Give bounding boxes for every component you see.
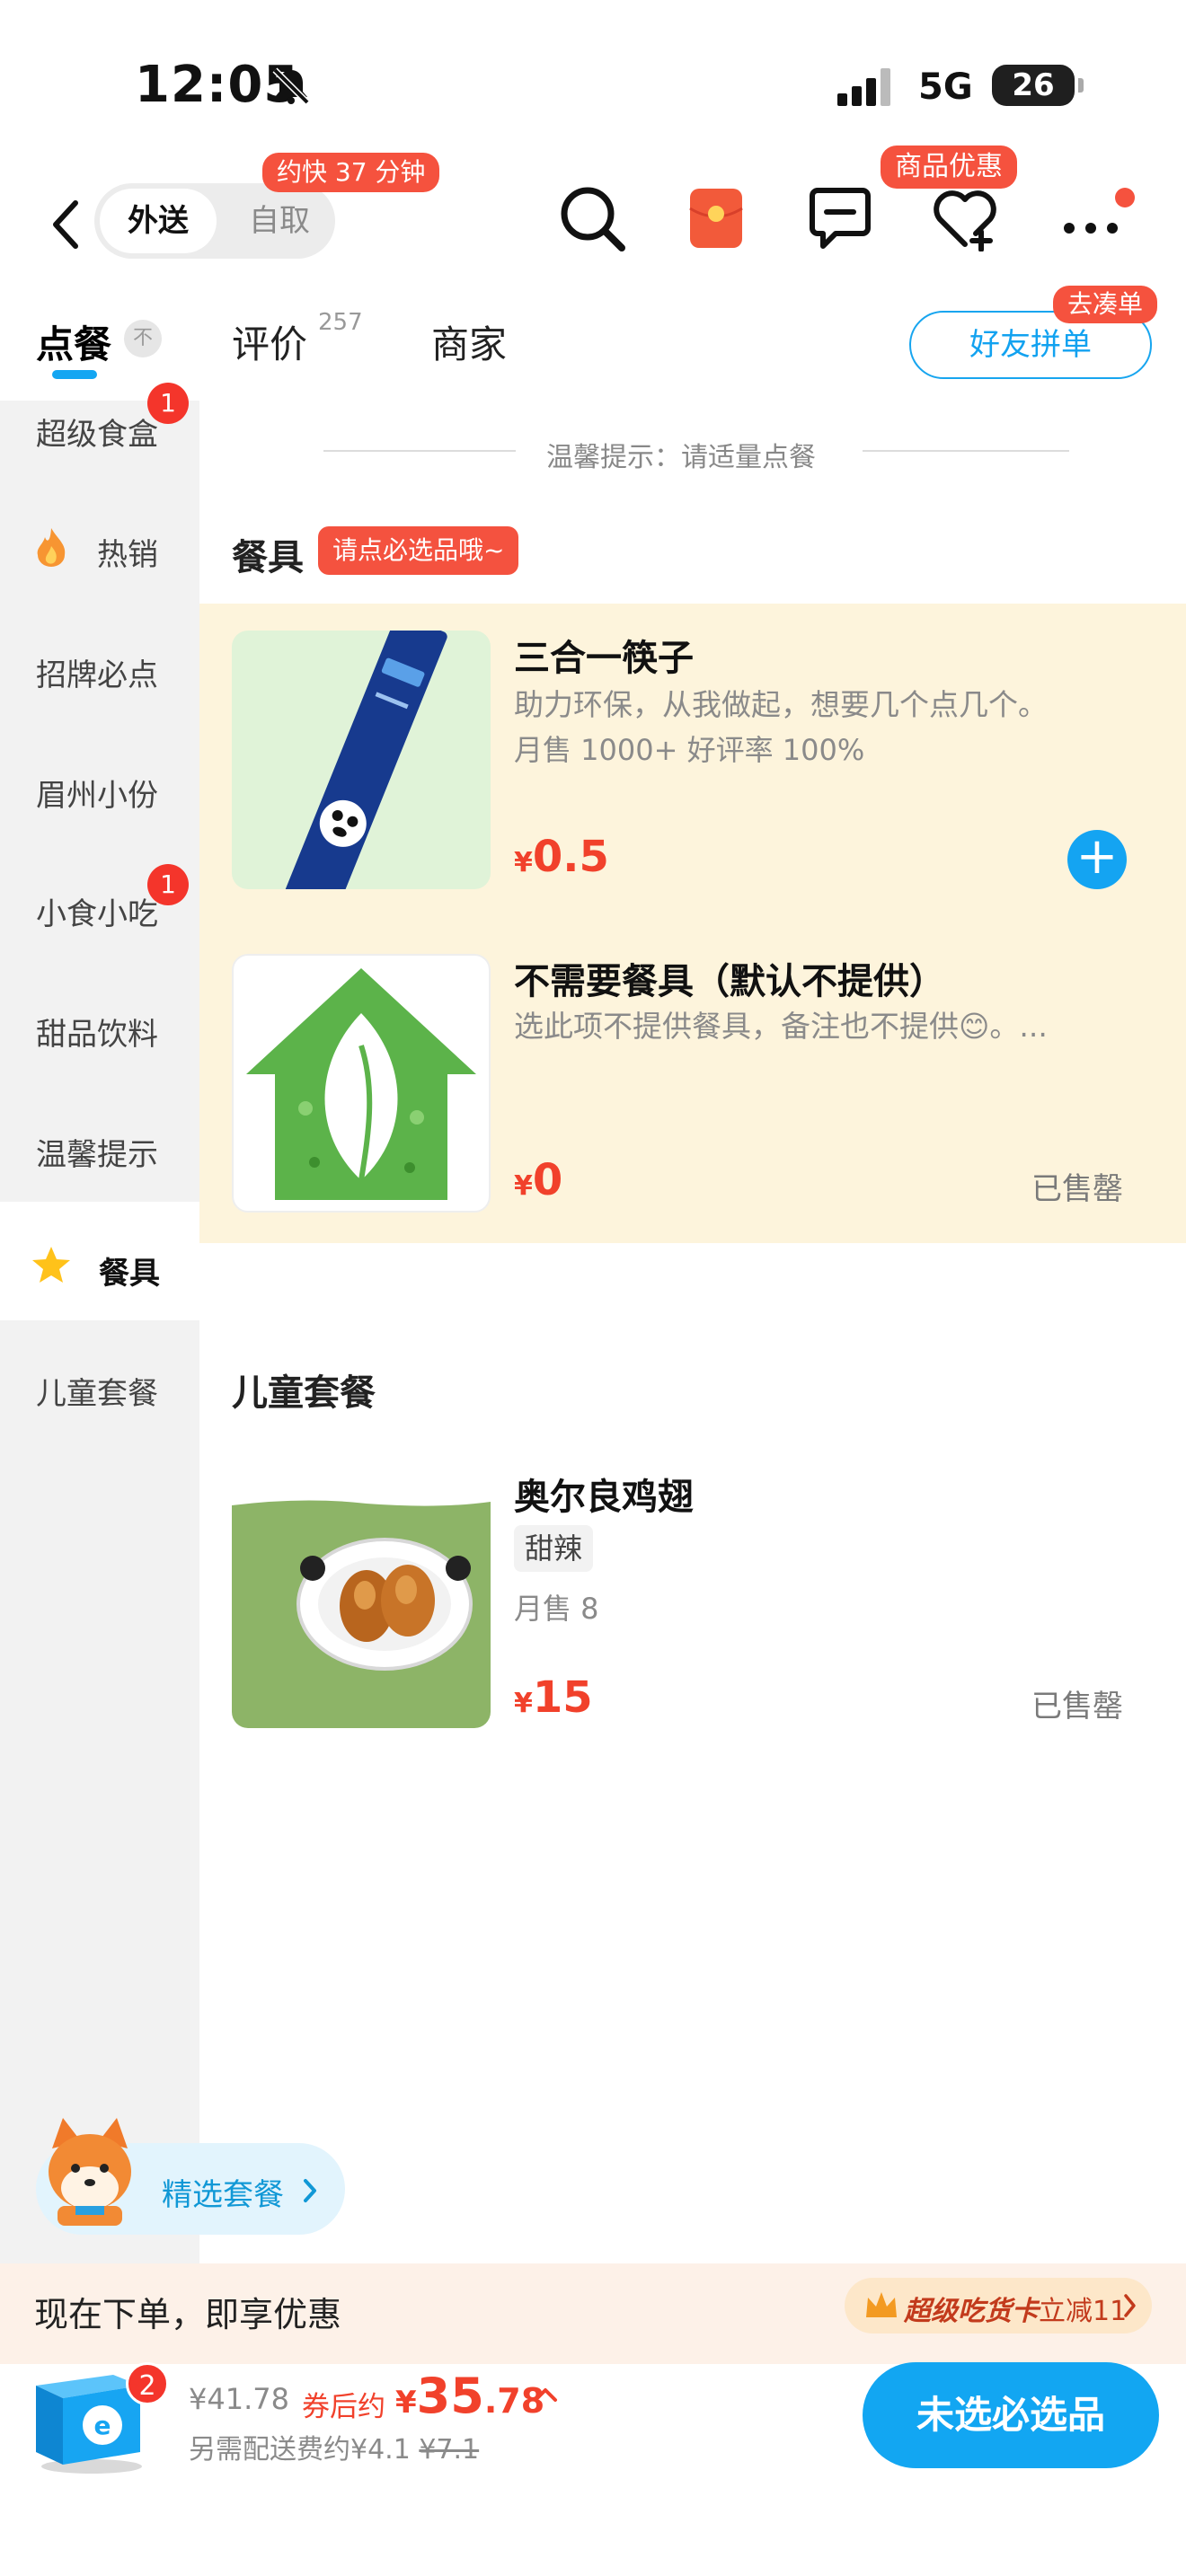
required-tag: 请点必选品哦~ bbox=[318, 526, 519, 575]
delivery-mode-toggle[interactable]: 外送 自取 bbox=[94, 183, 335, 259]
eta-bubble: 约快 37 分钟 bbox=[262, 153, 440, 192]
product-image-chopsticks[interactable] bbox=[232, 631, 491, 889]
hint-text: 温馨提示：请适量点餐 bbox=[546, 442, 816, 473]
coupon-bubble: 商品优惠 bbox=[881, 146, 1017, 189]
chevron-right-icon bbox=[1124, 2294, 1136, 2317]
original-price: ¥41.78 bbox=[189, 2382, 289, 2416]
product-image-chicken-wings[interactable] bbox=[232, 1469, 491, 1728]
bell-muted-icon bbox=[272, 67, 310, 105]
featured-combo-label[interactable]: 精选套餐 bbox=[162, 2170, 284, 2214]
sidebar-badge: 1 bbox=[147, 864, 189, 905]
promo-text: 现在下单，即享优惠 bbox=[34, 2295, 342, 2334]
card-brand: 超级吃货卡 bbox=[904, 2296, 1039, 2327]
sidebar-badge: 1 bbox=[147, 383, 189, 424]
product-image-no-tableware[interactable] bbox=[232, 954, 491, 1213]
sidebar-item-tips[interactable]: 温馨提示 bbox=[36, 1130, 158, 1174]
collapse-top-icon[interactable]: 不 bbox=[124, 320, 162, 357]
product-sales: 月售 8 bbox=[514, 1592, 599, 1626]
flavor-tag: 甜辣 bbox=[514, 1525, 594, 1572]
product-desc: 助力环保，从我做起，想要几个点几个。 bbox=[514, 687, 1048, 722]
product-sales: 月售 1000+ 好评率 100% bbox=[514, 733, 865, 767]
product-name: 不需要餐具（默认不提供） bbox=[514, 961, 945, 1002]
price-currency: ¥ bbox=[514, 1170, 533, 1202]
battery-indicator: 26 bbox=[992, 65, 1084, 106]
sidebar-item-tableware[interactable]: 餐具 bbox=[99, 1248, 160, 1292]
delivery-fee-original: ¥7.1 bbox=[419, 2434, 480, 2466]
more-icon[interactable] bbox=[1058, 185, 1139, 239]
section-title-tableware: 餐具 bbox=[232, 537, 304, 578]
red-packet-icon[interactable] bbox=[688, 187, 744, 250]
shiba-mascot-icon bbox=[49, 2118, 131, 2226]
section-title-kids-meal: 儿童套餐 bbox=[232, 1372, 376, 1414]
tab-reviews[interactable]: 评价 bbox=[232, 314, 307, 369]
chevron-right-icon bbox=[304, 2179, 316, 2202]
group-order-bubble: 去凑单 bbox=[1053, 286, 1158, 323]
sidebar-item-kids-meal[interactable]: 儿童套餐 bbox=[36, 1369, 158, 1413]
checkout-button[interactable]: 未选必选品 bbox=[863, 2362, 1159, 2468]
sold-out-label: 已售罄 bbox=[1031, 1171, 1123, 1207]
price-currency: ¥ bbox=[514, 1688, 533, 1719]
chevron-up-icon[interactable] bbox=[532, 2386, 559, 2404]
final-price-currency: ¥ bbox=[395, 2385, 417, 2421]
svg-text:e: e bbox=[94, 2411, 111, 2440]
fire-icon bbox=[37, 528, 66, 567]
delivery-tab[interactable]: 外送 bbox=[100, 189, 217, 253]
delivery-fee: 另需配送费约¥4.1 ¥7.1 bbox=[189, 2427, 479, 2466]
product-name: 三合一筷子 bbox=[514, 638, 694, 679]
favorite-add-icon[interactable] bbox=[931, 189, 999, 251]
sidebar-item-signature[interactable]: 招牌必点 bbox=[36, 650, 158, 694]
tab-active-indicator bbox=[52, 370, 97, 379]
cart-count-badge: 2 bbox=[126, 2362, 169, 2405]
after-coupon-label: 券后约 bbox=[302, 2391, 385, 2423]
price-value: 0 bbox=[532, 1155, 563, 1205]
sidebar-item-small-portion[interactable]: 眉州小份 bbox=[36, 771, 158, 815]
back-icon[interactable] bbox=[49, 199, 81, 250]
signal-icon bbox=[837, 68, 890, 106]
product-price: ¥15 bbox=[514, 1672, 593, 1723]
sidebar-item-desserts[interactable]: 甜品饮料 bbox=[36, 1010, 158, 1054]
super-foodie-card-offer[interactable]: 超级吃货卡立减11 bbox=[904, 2289, 1127, 2328]
search-icon[interactable] bbox=[557, 183, 629, 255]
product-price: ¥0 bbox=[514, 1155, 562, 1205]
price-currency: ¥ bbox=[514, 847, 533, 878]
tab-merchant[interactable]: 商家 bbox=[431, 314, 507, 369]
price-value: 15 bbox=[532, 1672, 593, 1723]
divider bbox=[863, 450, 1069, 452]
delivery-fee-current: 另需配送费约¥4.1 bbox=[189, 2434, 411, 2466]
product-desc: 选此项不提供餐具，备注也不提供😊。... bbox=[514, 1009, 1048, 1044]
sidebar-item-hot[interactable]: 热销 bbox=[97, 530, 158, 574]
tab-order[interactable]: 点餐 bbox=[36, 314, 111, 369]
card-offer: 立减11 bbox=[1039, 2296, 1128, 2327]
product-name: 奥尔良鸡翅 bbox=[514, 1477, 694, 1518]
sidebar-item-snacks[interactable]: 小食小吃 bbox=[36, 889, 158, 933]
divider bbox=[323, 450, 516, 452]
price-value: 0.5 bbox=[532, 832, 609, 882]
sold-out-label: 已售罄 bbox=[1031, 1689, 1123, 1725]
crown-icon bbox=[866, 2292, 897, 2317]
message-icon[interactable] bbox=[809, 185, 872, 251]
final-price: ¥35.78 bbox=[395, 2368, 544, 2424]
product-price: ¥0.5 bbox=[514, 832, 609, 882]
sidebar-item-super-box[interactable]: 超级食盒 bbox=[36, 410, 158, 454]
carrier-label: 5G bbox=[918, 66, 973, 108]
final-price-int: 35 bbox=[416, 2368, 484, 2424]
pickup-tab[interactable]: 自取 bbox=[229, 189, 330, 253]
add-to-cart-button[interactable]: + bbox=[1067, 830, 1127, 889]
reviews-count: 257 bbox=[318, 309, 363, 336]
star-icon bbox=[32, 1247, 70, 1283]
